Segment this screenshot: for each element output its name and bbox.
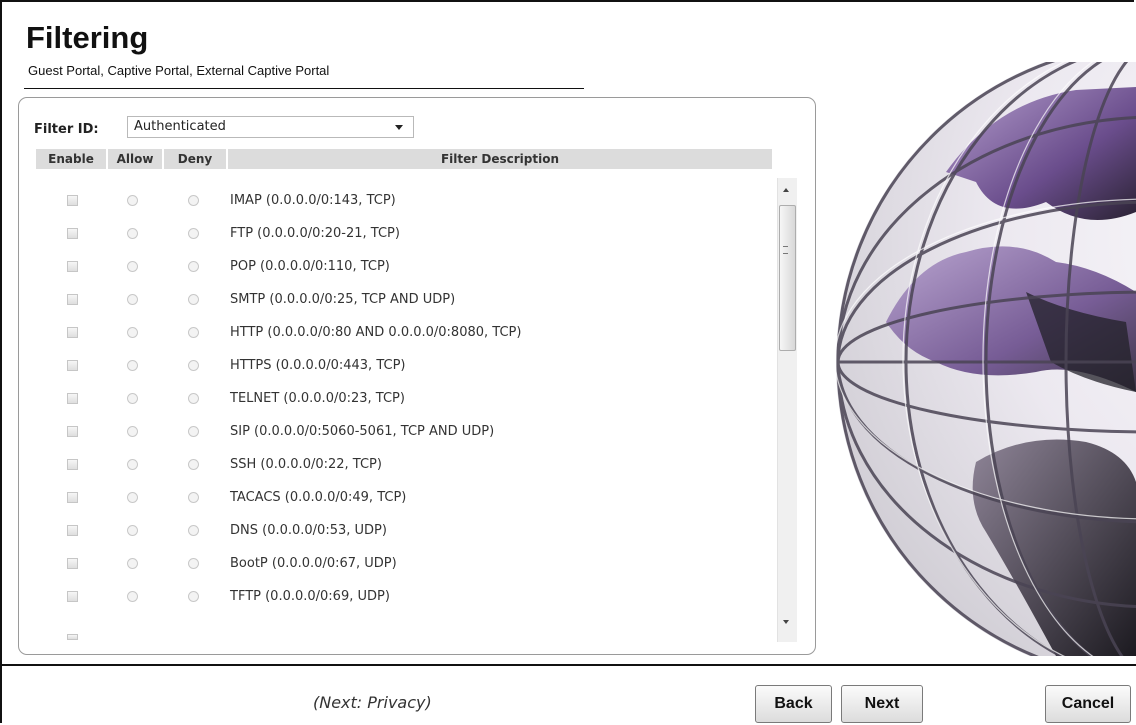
- deny-radio[interactable]: [188, 591, 199, 602]
- globe-icon: [826, 62, 1136, 656]
- enable-checkbox[interactable]: [67, 393, 78, 404]
- scroll-down-icon[interactable]: [783, 620, 789, 624]
- table-row: BootP (0.0.0.0/0:67, UDP): [36, 552, 773, 585]
- allow-radio[interactable]: [127, 558, 138, 569]
- filter-description: POP (0.0.0.0/0:110, TCP): [230, 259, 390, 274]
- enable-checkbox[interactable]: [67, 459, 78, 470]
- filter-description: SMTP (0.0.0.0/0:25, TCP AND UDP): [230, 292, 456, 307]
- enable-checkbox[interactable]: [67, 327, 78, 338]
- header-filter-description: Filter Description: [228, 149, 772, 169]
- allow-radio[interactable]: [127, 393, 138, 404]
- filter-description: HTTPS (0.0.0.0/0:443, TCP): [230, 358, 406, 373]
- deny-radio[interactable]: [188, 195, 199, 206]
- page-subtitle: Guest Portal, Captive Portal, External C…: [28, 63, 330, 78]
- allow-radio[interactable]: [127, 228, 138, 239]
- filter-description: SIP (0.0.0.0/0:5060-5061, TCP AND UDP): [230, 424, 495, 439]
- scrollbar-grip: [783, 246, 788, 254]
- header-enable: Enable: [36, 149, 106, 169]
- title-divider: [24, 88, 584, 89]
- enable-checkbox[interactable]: [67, 294, 78, 305]
- enable-checkbox[interactable]: [67, 525, 78, 536]
- allow-radio[interactable]: [127, 591, 138, 602]
- enable-checkbox[interactable]: [67, 492, 78, 503]
- table-row: HTTPS (0.0.0.0/0:443, TCP): [36, 354, 773, 387]
- filter-description: TFTP (0.0.0.0/0:69, UDP): [230, 589, 390, 604]
- header-deny: Deny: [164, 149, 226, 169]
- deny-radio[interactable]: [188, 228, 199, 239]
- allow-radio[interactable]: [127, 426, 138, 437]
- header-allow: Allow: [108, 149, 162, 169]
- allow-radio[interactable]: [127, 294, 138, 305]
- table-row: TFTP (0.0.0.0/0:69, UDP): [36, 585, 773, 618]
- filter-id-select[interactable]: Authenticated: [127, 116, 414, 138]
- allow-radio[interactable]: [127, 360, 138, 371]
- enable-checkbox[interactable]: [67, 426, 78, 437]
- enable-checkbox[interactable]: [67, 558, 78, 569]
- deny-radio[interactable]: [188, 558, 199, 569]
- enable-checkbox[interactable]: [67, 634, 78, 640]
- deny-radio[interactable]: [188, 492, 199, 503]
- filter-description: TACACS (0.0.0.0/0:49, TCP): [230, 490, 407, 505]
- table-row: DNS (0.0.0.0/0:53, UDP): [36, 519, 773, 552]
- enable-checkbox[interactable]: [67, 195, 78, 206]
- table-row-partial: [36, 618, 773, 642]
- allow-radio[interactable]: [127, 459, 138, 470]
- deny-radio[interactable]: [188, 327, 199, 338]
- filter-id-value: Authenticated: [134, 119, 226, 134]
- table-header: Enable Allow Deny Filter Description: [36, 149, 772, 169]
- scrollbar-thumb[interactable]: [779, 205, 796, 351]
- enable-checkbox[interactable]: [67, 360, 78, 371]
- allow-radio[interactable]: [127, 195, 138, 206]
- next-step-hint: (Next: Privacy): [313, 693, 432, 712]
- allow-radio[interactable]: [127, 261, 138, 272]
- allow-radio[interactable]: [127, 327, 138, 338]
- filter-description: IMAP (0.0.0.0/0:143, TCP): [230, 193, 396, 208]
- table-row: SSH (0.0.0.0/0:22, TCP): [36, 453, 773, 486]
- table-row: TELNET (0.0.0.0/0:23, TCP): [36, 387, 773, 420]
- deny-radio[interactable]: [188, 294, 199, 305]
- deny-radio[interactable]: [188, 261, 199, 272]
- deny-radio[interactable]: [188, 525, 199, 536]
- deny-radio[interactable]: [188, 393, 199, 404]
- filter-description: SSH (0.0.0.0/0:22, TCP): [230, 457, 382, 472]
- table-row: TACACS (0.0.0.0/0:49, TCP): [36, 486, 773, 519]
- filter-description: HTTP (0.0.0.0/0:80 AND 0.0.0.0/0:8080, T…: [230, 325, 522, 340]
- next-button[interactable]: Next: [841, 685, 923, 723]
- table-row: POP (0.0.0.0/0:110, TCP): [36, 255, 773, 288]
- deny-radio[interactable]: [188, 459, 199, 470]
- allow-radio[interactable]: [127, 525, 138, 536]
- table-row: SIP (0.0.0.0/0:5060-5061, TCP AND UDP): [36, 420, 773, 453]
- cancel-button[interactable]: Cancel: [1045, 685, 1131, 723]
- chevron-down-icon: [395, 125, 403, 130]
- filter-description: TELNET (0.0.0.0/0:23, TCP): [230, 391, 405, 406]
- filter-id-label: Filter ID:: [34, 122, 99, 137]
- enable-checkbox[interactable]: [67, 591, 78, 602]
- table-row: FTP (0.0.0.0/0:20-21, TCP): [36, 222, 773, 255]
- filter-description: BootP (0.0.0.0/0:67, UDP): [230, 556, 397, 571]
- table-row: SMTP (0.0.0.0/0:25, TCP AND UDP): [36, 288, 773, 321]
- table-row: HTTP (0.0.0.0/0:80 AND 0.0.0.0/0:8080, T…: [36, 321, 773, 354]
- filter-description: DNS (0.0.0.0/0:53, UDP): [230, 523, 387, 538]
- table-row: IMAP (0.0.0.0/0:143, TCP): [36, 189, 773, 222]
- page-title: Filtering: [26, 20, 149, 55]
- enable-checkbox[interactable]: [67, 228, 78, 239]
- footer-divider: [0, 664, 1136, 666]
- table-scrollbar[interactable]: [777, 178, 797, 642]
- back-button[interactable]: Back: [755, 685, 832, 723]
- filter-table-body: IMAP (0.0.0.0/0:143, TCP) FTP (0.0.0.0/0…: [36, 178, 773, 642]
- filter-description: FTP (0.0.0.0/0:20-21, TCP): [230, 226, 400, 241]
- deny-radio[interactable]: [188, 426, 199, 437]
- allow-radio[interactable]: [127, 492, 138, 503]
- enable-checkbox[interactable]: [67, 261, 78, 272]
- scroll-up-icon[interactable]: [783, 188, 789, 192]
- deny-radio[interactable]: [188, 360, 199, 371]
